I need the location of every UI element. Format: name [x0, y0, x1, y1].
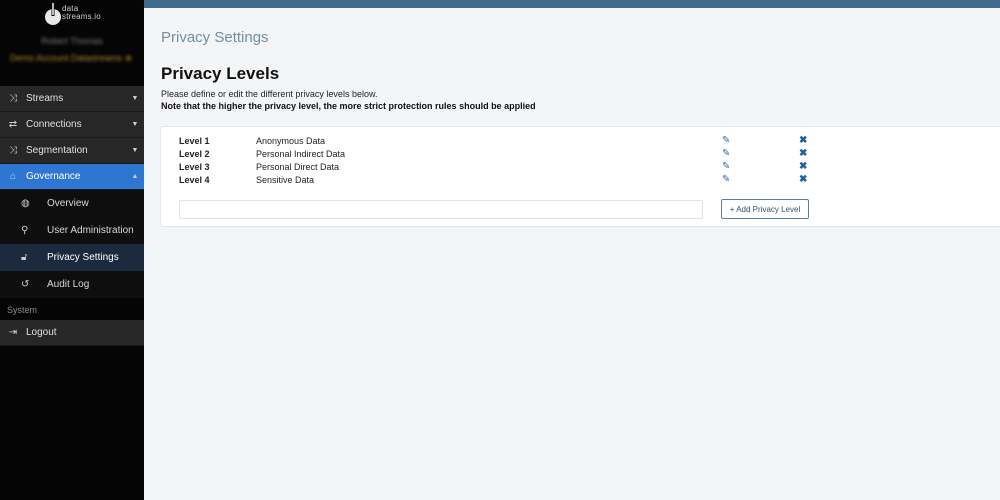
section-description: Please define or edit the different priv… — [161, 89, 378, 99]
account-selector[interactable]: Demo Account Datastreams ⊕ — [10, 53, 132, 64]
section-heading: Privacy Levels — [161, 64, 280, 83]
level-name: Personal Direct Data — [256, 162, 340, 172]
edit-pencil-icon[interactable]: ✎ — [722, 161, 730, 172]
level-id: Level 1 — [179, 136, 210, 146]
delete-x-icon[interactable]: ✖ — [799, 161, 807, 172]
edit-pencil-icon[interactable]: ✎ — [722, 174, 730, 185]
user-name: Robert Thomas — [41, 36, 103, 46]
section-note: Note that the higher the privacy level, … — [161, 101, 536, 111]
sidebar-item-label: Streams — [26, 93, 64, 104]
caret-up-icon: ▲ — [131, 173, 139, 180]
caret-down-icon: ▼ — [131, 147, 139, 154]
shuffle-icon: ⤨ — [9, 93, 17, 104]
delete-x-icon[interactable]: ✖ — [799, 135, 807, 146]
sidebar-item-label: Segmentation — [26, 145, 88, 156]
logo-line2: streams.io — [62, 12, 101, 21]
sidebar-subitem-user-administration[interactable]: ⚲ User Administration — [0, 217, 144, 244]
level-name: Personal Indirect Data — [256, 149, 346, 159]
privacy-levels-panel: Level 1 Anonymous Data ✎ ✖ Level 2 Perso… — [160, 126, 1000, 227]
globe-icon: ◍ — [21, 198, 30, 209]
level-id: Level 2 — [179, 149, 210, 159]
section-label-system: System — [7, 305, 38, 315]
shuffle-icon: ⤨ — [9, 145, 17, 156]
lock-icon: 🔓︎ — [21, 252, 28, 263]
bank-icon: ⌂ — [9, 171, 17, 182]
logout-icon: ⇥ — [8, 327, 18, 338]
caret-down-icon: ▼ — [131, 121, 139, 128]
sidebar-subitem-overview[interactable]: ◍ Overview — [0, 190, 144, 217]
level-name: Sensitive Data — [256, 175, 315, 185]
page-title: Privacy Settings — [161, 29, 269, 46]
sidebar-item-streams[interactable]: ⤨ Streams ▼ — [0, 86, 144, 112]
history-icon: ↺ — [21, 279, 30, 290]
privacy-level-row: Level 4 Sensitive Data ✎ ✖ — [161, 174, 1000, 188]
privacy-level-row: Level 3 Personal Direct Data ✎ ✖ — [161, 161, 1000, 175]
connections-icon: ⇄ — [8, 119, 18, 130]
sidebar-item-logout[interactable]: ⇥ Logout — [0, 320, 144, 346]
sidebar-subitem-label: Audit Log — [47, 279, 90, 290]
sidebar-subitem-label: Privacy Settings — [47, 252, 119, 263]
account-name: Demo Account Datastreams — [10, 53, 123, 63]
sidebar-item-connections[interactable]: ⇄ Connections ▼ — [0, 112, 144, 138]
privacy-level-row: Level 1 Anonymous Data ✎ ✖ — [161, 135, 1000, 149]
caret-down-icon: ▼ — [131, 95, 139, 102]
sidebar-item-label: Logout — [26, 327, 57, 338]
level-name: Anonymous Data — [256, 136, 326, 146]
sidebar-item-label: Governance — [26, 171, 81, 182]
privacy-level-row: Level 2 Personal Indirect Data ✎ ✖ — [161, 148, 1000, 162]
sidebar-subitem-label: User Administration — [47, 225, 134, 236]
sidebar-item-label: Connections — [26, 119, 82, 130]
delete-x-icon[interactable]: ✖ — [799, 174, 807, 185]
level-id: Level 4 — [179, 175, 210, 185]
sidebar-item-segmentation[interactable]: ⤨ Segmentation ▼ — [0, 138, 144, 164]
sidebar: data streams.io Robert Thomas Demo Accou… — [0, 0, 144, 500]
brand-area: data streams.io Robert Thomas Demo Accou… — [0, 0, 144, 86]
sidebar-subitem-privacy-settings[interactable]: 🔓︎ Privacy Settings — [0, 244, 144, 271]
user-plus-icon: ⚲ — [21, 225, 29, 236]
sidebar-subitem-audit-log[interactable]: ↺ Audit Log — [0, 271, 144, 298]
top-bar — [144, 0, 1000, 8]
level-id: Level 3 — [179, 162, 210, 172]
edit-pencil-icon[interactable]: ✎ — [722, 148, 730, 159]
logo-wordmark: data streams.io — [62, 5, 101, 21]
add-privacy-level-button[interactable]: + Add Privacy Level — [721, 199, 809, 219]
sidebar-item-governance[interactable]: ⌂ Governance ▲ — [0, 164, 144, 190]
delete-x-icon[interactable]: ✖ — [799, 148, 807, 159]
new-privacy-level-input[interactable] — [179, 200, 703, 219]
edit-pencil-icon[interactable]: ✎ — [722, 135, 730, 146]
sidebar-subitem-label: Overview — [47, 198, 89, 209]
